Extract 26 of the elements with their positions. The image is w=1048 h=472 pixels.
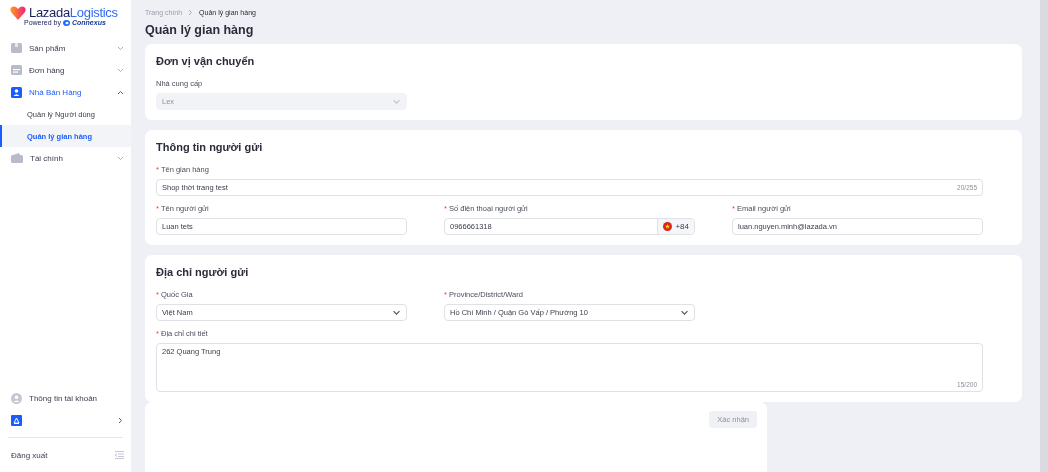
chevron-icon	[117, 155, 124, 161]
chevron-icon	[392, 98, 401, 105]
chevron-icon	[117, 67, 124, 73]
chevron-icon	[117, 89, 124, 95]
heart-logo-icon	[10, 5, 26, 20]
logout-link[interactable]: Đăng xuất	[11, 450, 108, 460]
logo-text: LazadaLogistics	[29, 5, 118, 20]
sidebar-item[interactable]: Tài chính	[0, 147, 131, 169]
chevron-icon	[117, 45, 124, 51]
section-title: Địa chỉ người gửi	[156, 266, 250, 278]
sidebar-item[interactable]: Nhà Bán Hàng	[0, 81, 131, 103]
section-title: Thông tin người gửi	[156, 141, 264, 153]
sidebar-item[interactable]: Đơn hàng	[0, 59, 131, 81]
list-icon	[11, 65, 22, 75]
section-title: Đơn vị vận chuyển	[156, 55, 256, 67]
sidebar-item[interactable]: Sản phẩm	[0, 37, 131, 59]
chevron-icon[interactable]	[117, 417, 124, 423]
app-icon[interactable]	[11, 414, 22, 426]
partner-logo-icon	[62, 19, 70, 26]
avatar-icon	[11, 392, 22, 404]
account-link[interactable]: Thông tin tài khoản	[0, 387, 131, 409]
wallet-icon	[11, 153, 23, 163]
chevron-right-icon	[187, 9, 195, 16]
box-icon	[11, 43, 22, 53]
page-title: Quản lý gian hàng	[145, 23, 255, 37]
person-icon	[11, 86, 22, 98]
